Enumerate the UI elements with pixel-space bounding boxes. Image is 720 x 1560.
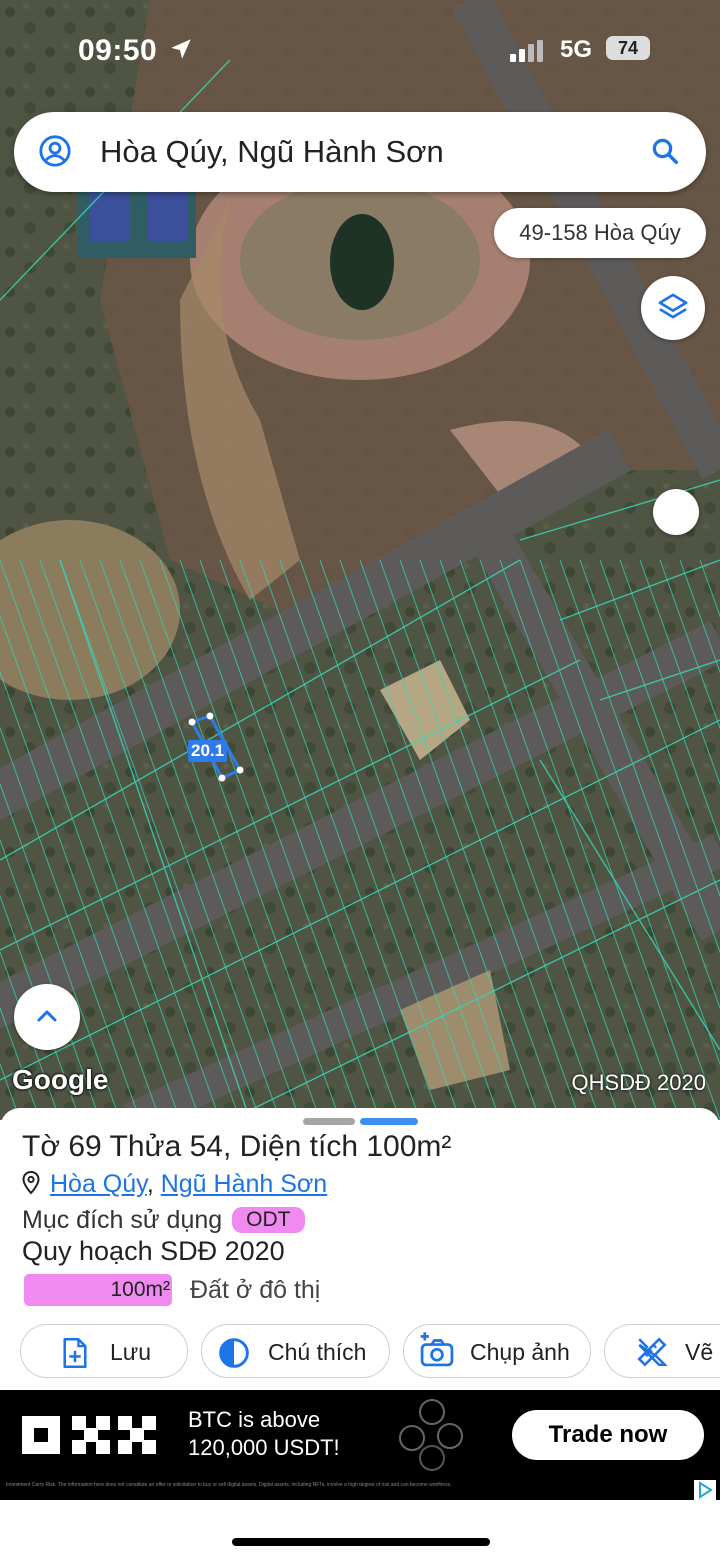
ward-link[interactable]: Hòa Qúy bbox=[50, 1170, 147, 1198]
district-link[interactable]: Ngũ Hành Sơn bbox=[161, 1170, 328, 1198]
search-query[interactable]: Hòa Qúy, Ngũ Hành Sơn bbox=[100, 134, 444, 170]
map-pin-icon bbox=[22, 1171, 40, 1195]
bitcoin-coins-icon bbox=[399, 1399, 463, 1471]
google-logo: Google bbox=[12, 1064, 109, 1095]
purpose-label: Mục đích sử dụng bbox=[22, 1206, 223, 1234]
expand-up-button[interactable] bbox=[14, 984, 80, 1050]
opacity-slider-handle[interactable] bbox=[653, 489, 699, 535]
capture-label: Chụp ảnh bbox=[470, 1339, 570, 1365]
file-add-icon bbox=[63, 1338, 87, 1368]
ad-line-2: 120,000 USDT! bbox=[188, 1435, 340, 1460]
account-icon[interactable] bbox=[38, 134, 72, 168]
address-chip[interactable]: 49-158 Hòa Qúy bbox=[494, 208, 706, 258]
adchoices-icon[interactable] bbox=[694, 1480, 716, 1500]
planning-layer-badge: QHSDĐ 2020 bbox=[571, 1070, 706, 1095]
sheet-handle-active[interactable] bbox=[360, 1118, 418, 1125]
plan-title: Quy hoạch SDĐ 2020 bbox=[22, 1236, 285, 1266]
layers-icon bbox=[658, 293, 688, 319]
cellular-signal-icon bbox=[510, 40, 543, 62]
ad-slogan: BTC is above 120,000 USDT! bbox=[188, 1406, 340, 1462]
layers-button[interactable] bbox=[641, 276, 705, 340]
location-separator: , bbox=[146, 1170, 154, 1198]
ad-disclaimer: Investment Carry Risk. The information h… bbox=[6, 1482, 452, 1488]
ad-line-1: BTC is above bbox=[188, 1407, 321, 1432]
action-buttons: Lưu Chú thích Chụp ảnh Vẽ bbox=[0, 1324, 720, 1380]
trade-now-button[interactable]: Trade now bbox=[512, 1410, 704, 1460]
location-arrow-icon bbox=[171, 39, 191, 59]
search-icon[interactable] bbox=[650, 136, 680, 166]
sheet-handle[interactable] bbox=[303, 1118, 355, 1125]
save-label: Lưu bbox=[110, 1339, 151, 1365]
status-bar: 09:50 5G 74 bbox=[0, 22, 720, 78]
plan-land-type: Đất ở đô thị bbox=[190, 1276, 321, 1304]
draw-label: Vẽ bbox=[685, 1339, 714, 1365]
purpose-code-badge: ODT bbox=[232, 1207, 305, 1233]
save-button[interactable]: Lưu bbox=[20, 1324, 188, 1378]
parcel-title: Tờ 69 Thửa 54, Diện tích 100m² bbox=[22, 1130, 452, 1163]
okx-logo bbox=[22, 1416, 156, 1454]
plan-area-bar: 100m² bbox=[24, 1274, 172, 1306]
chevron-up-icon bbox=[37, 1010, 57, 1022]
land-use-purpose: Mục đích sử dụng ODT bbox=[22, 1206, 305, 1235]
battery-indicator: 74 bbox=[606, 36, 650, 60]
status-time: 09:50 bbox=[78, 34, 158, 67]
parcel-info-sheet: Tờ 69 Thửa 54, Diện tích 100m² Hòa Qúy, … bbox=[0, 1108, 720, 1390]
parcel-location: Hòa Qúy, Ngũ Hành Sơn bbox=[22, 1170, 327, 1199]
network-type: 5G bbox=[560, 36, 593, 63]
ad-banner[interactable]: BTC is above 120,000 USDT! Trade now Inv… bbox=[0, 1390, 720, 1500]
legend-button[interactable]: Chú thích bbox=[201, 1324, 390, 1378]
parcel-number-label[interactable]: 20.1 bbox=[188, 740, 228, 762]
camera-add-icon bbox=[420, 1332, 454, 1367]
search-bar[interactable]: Hòa Qúy, Ngũ Hành Sơn bbox=[14, 112, 706, 192]
home-indicator[interactable] bbox=[232, 1538, 490, 1546]
draw-button[interactable]: Vẽ bbox=[604, 1324, 720, 1378]
legend-label: Chú thích bbox=[268, 1339, 367, 1365]
ruler-pencil-icon bbox=[637, 1337, 668, 1367]
capture-button[interactable]: Chụp ảnh bbox=[403, 1324, 591, 1378]
contrast-icon bbox=[219, 1338, 249, 1368]
map-view[interactable]: 20.1 09:50 5G 74 Hòa Qúy, Ngũ Hành Sơn 4… bbox=[0, 0, 720, 1120]
